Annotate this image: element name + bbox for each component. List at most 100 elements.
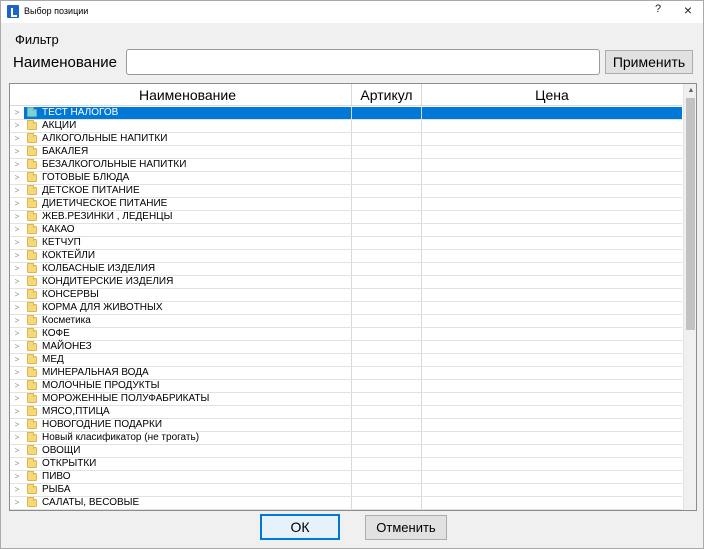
table-row[interactable]: > КЕТЧУП (10, 237, 682, 250)
cell-price[interactable] (422, 120, 682, 132)
cell-price[interactable] (422, 367, 682, 379)
cell-price[interactable] (422, 354, 682, 366)
chevron-right-icon[interactable]: > (12, 406, 22, 418)
cell-price[interactable] (422, 276, 682, 288)
cell-article[interactable] (352, 406, 422, 418)
table-row[interactable]: > МОЛОЧНЫЕ ПРОДУКТЫ (10, 380, 682, 393)
chevron-right-icon[interactable]: > (12, 185, 22, 197)
cell-name[interactable]: ОВОЩИ (24, 445, 352, 457)
cell-name[interactable]: МОРОЖЕННЫЕ ПОЛУФАБРИКАТЫ (24, 393, 352, 405)
cell-name[interactable]: БЕЗАЛКОГОЛЬНЫЕ НАПИТКИ (24, 159, 352, 171)
chevron-right-icon[interactable]: > (12, 237, 22, 249)
cell-article[interactable] (352, 211, 422, 223)
cell-name[interactable]: КОЛБАСНЫЕ ИЗДЕЛИЯ (24, 263, 352, 275)
cell-name[interactable]: ОТКРЫТКИ (24, 458, 352, 470)
cell-article[interactable] (352, 380, 422, 392)
vertical-scrollbar[interactable]: ▲ (683, 84, 696, 510)
close-button[interactable]: × (681, 2, 695, 18)
table-row[interactable]: > КАКАО (10, 224, 682, 237)
cell-article[interactable] (352, 172, 422, 184)
cell-name[interactable]: МЯСО,ПТИЦА (24, 406, 352, 418)
cell-price[interactable] (422, 328, 682, 340)
cell-name[interactable]: МИНЕРАЛЬНАЯ ВОДА (24, 367, 352, 379)
table-row[interactable]: > КОКТЕЙЛИ (10, 250, 682, 263)
chevron-right-icon[interactable]: > (12, 211, 22, 223)
cell-name[interactable]: Косметика (24, 315, 352, 327)
apply-button[interactable]: Применить (605, 50, 693, 74)
table-row[interactable]: > ПИВО (10, 471, 682, 484)
cell-price[interactable] (422, 432, 682, 444)
table-row[interactable]: > МОРОЖЕННЫЕ ПОЛУФАБРИКАТЫ (10, 393, 682, 406)
cell-name[interactable]: ДИЕТИЧЕСКОЕ ПИТАНИЕ (24, 198, 352, 210)
chevron-right-icon[interactable]: > (12, 393, 22, 405)
cell-name[interactable]: МЕД (24, 354, 352, 366)
table-row[interactable]: > РЫБА (10, 484, 682, 497)
cell-article[interactable] (352, 367, 422, 379)
chevron-right-icon[interactable]: > (12, 250, 22, 262)
cell-article[interactable] (352, 289, 422, 301)
cell-article[interactable] (352, 224, 422, 236)
table-row[interactable]: > КОНДИТЕРСКИЕ ИЗДЕЛИЯ (10, 276, 682, 289)
table-row[interactable]: > КОЛБАСНЫЕ ИЗДЕЛИЯ (10, 263, 682, 276)
cell-article[interactable] (352, 185, 422, 197)
chevron-right-icon[interactable]: > (12, 432, 22, 444)
cancel-button[interactable]: Отменить (365, 515, 447, 540)
table-row[interactable]: > НОВОГОДНИЕ ПОДАРКИ (10, 419, 682, 432)
cell-name[interactable]: КОНСЕРВЫ (24, 289, 352, 301)
cell-price[interactable] (422, 445, 682, 457)
cell-name[interactable]: ГОТОВЫЕ БЛЮДА (24, 172, 352, 184)
cell-article[interactable] (352, 484, 422, 496)
cell-name[interactable]: БАКАЛЕЯ (24, 146, 352, 158)
cell-name[interactable]: САЛАТЫ, ВЕСОВЫЕ (24, 497, 352, 509)
table-row[interactable]: > ТЕСТ НАЛОГОВ (10, 107, 682, 120)
ok-button[interactable]: ОК (260, 514, 340, 540)
cell-article[interactable] (352, 393, 422, 405)
cell-article[interactable] (352, 276, 422, 288)
cell-article[interactable] (352, 198, 422, 210)
cell-article[interactable] (352, 250, 422, 262)
cell-name[interactable]: КЕТЧУП (24, 237, 352, 249)
chevron-right-icon[interactable]: > (12, 380, 22, 392)
cell-name[interactable]: ДЕТСКОЕ ПИТАНИЕ (24, 185, 352, 197)
cell-article[interactable] (352, 315, 422, 327)
cell-price[interactable] (422, 211, 682, 223)
chevron-right-icon[interactable]: > (12, 445, 22, 457)
table-row[interactable]: > ДЕТСКОЕ ПИТАНИЕ (10, 185, 682, 198)
chevron-right-icon[interactable]: > (12, 328, 22, 340)
cell-price[interactable] (422, 380, 682, 392)
column-header-article[interactable]: Артикул (352, 84, 422, 106)
chevron-right-icon[interactable]: > (12, 484, 22, 496)
cell-article[interactable] (352, 471, 422, 483)
cell-name[interactable]: КОНДИТЕРСКИЕ ИЗДЕЛИЯ (24, 276, 352, 288)
cell-article[interactable] (352, 432, 422, 444)
cell-article[interactable] (352, 354, 422, 366)
cell-name[interactable]: АЛКОГОЛЬНЫЕ НАПИТКИ (24, 133, 352, 145)
table-row[interactable]: > ОТКРЫТКИ (10, 458, 682, 471)
cell-name[interactable]: РЫБА (24, 484, 352, 496)
cell-price[interactable] (422, 302, 682, 314)
cell-price[interactable] (422, 198, 682, 210)
cell-name[interactable]: КОРМА ДЛЯ ЖИВОТНЫХ (24, 302, 352, 314)
table-row[interactable]: > Косметика (10, 315, 682, 328)
cell-name[interactable]: ЖЕВ.РЕЗИНКИ , ЛЕДЕНЦЫ (24, 211, 352, 223)
chevron-right-icon[interactable]: > (12, 224, 22, 236)
cell-article[interactable] (352, 120, 422, 132)
table-row[interactable]: > БЕЗАЛКОГОЛЬНЫЕ НАПИТКИ (10, 159, 682, 172)
cell-price[interactable] (422, 185, 682, 197)
cell-price[interactable] (422, 406, 682, 418)
cell-article[interactable] (352, 419, 422, 431)
cell-name[interactable]: КОКТЕЙЛИ (24, 250, 352, 262)
table-row[interactable]: > КОФЕ (10, 328, 682, 341)
chevron-right-icon[interactable]: > (12, 276, 22, 288)
scroll-thumb[interactable] (686, 98, 695, 330)
cell-price[interactable] (422, 250, 682, 262)
cell-price[interactable] (422, 146, 682, 158)
table-row[interactable]: > КОНСЕРВЫ (10, 289, 682, 302)
cell-price[interactable] (422, 497, 682, 509)
cell-price[interactable] (422, 172, 682, 184)
column-header-name[interactable]: Наименование (24, 84, 352, 106)
cell-article[interactable] (352, 445, 422, 457)
cell-name[interactable]: НОВОГОДНИЕ ПОДАРКИ (24, 419, 352, 431)
cell-name[interactable]: КОФЕ (24, 328, 352, 340)
chevron-right-icon[interactable]: > (12, 367, 22, 379)
